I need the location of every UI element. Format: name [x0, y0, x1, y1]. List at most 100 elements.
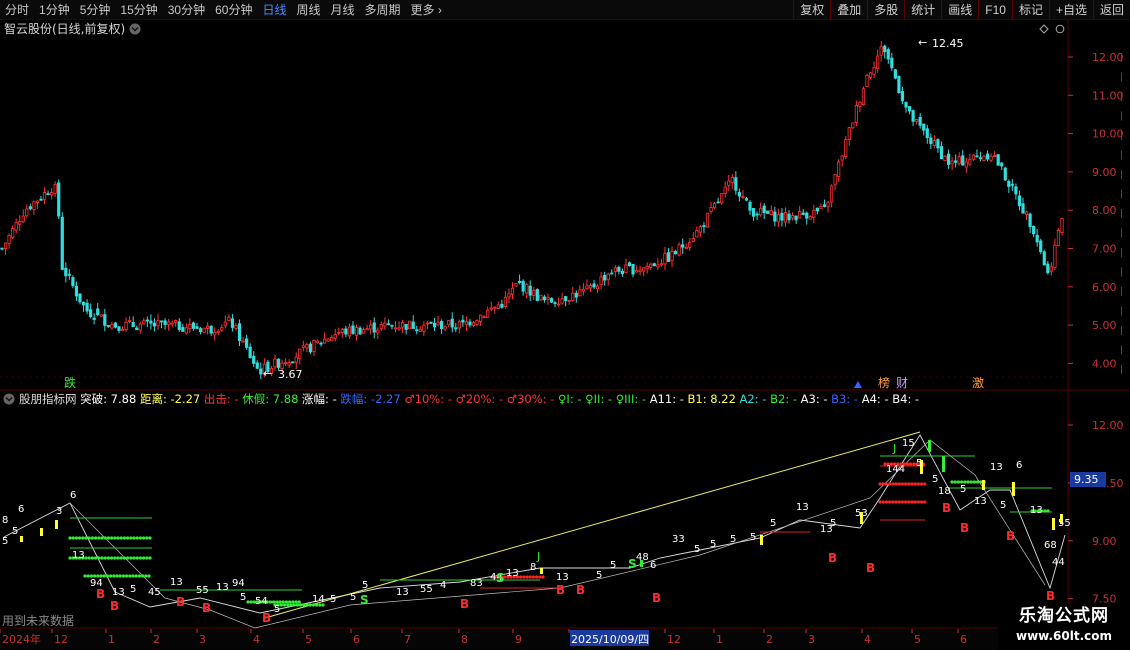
time-label: 3 — [808, 633, 815, 646]
candle — [386, 323, 391, 326]
main-axis-label: 5.00 — [1092, 319, 1117, 332]
period-tab-9[interactable]: 多周期 — [360, 0, 406, 20]
period-tab-10[interactable]: 更多 › — [406, 0, 447, 20]
wave-number: 5 — [350, 592, 356, 603]
wave-number: 15 — [902, 438, 915, 449]
period-tab-4[interactable]: 30分钟 — [163, 0, 210, 20]
band-dot — [119, 536, 123, 540]
candle — [957, 156, 961, 165]
candle — [404, 323, 408, 330]
band-dot — [519, 575, 523, 579]
svg-text:|: | — [1120, 307, 1123, 317]
candle — [113, 322, 118, 328]
band-dot — [535, 575, 539, 579]
candle — [617, 266, 621, 272]
band-dot — [881, 482, 885, 486]
band-dot — [288, 600, 292, 604]
toolbar-button-2[interactable]: 多股 — [867, 0, 904, 20]
period-tab-3[interactable]: 15分钟 — [115, 0, 162, 20]
candle — [620, 270, 625, 274]
candle — [294, 356, 298, 363]
band-dot — [116, 536, 120, 540]
band-dot — [134, 574, 138, 578]
wave-number: 4 — [440, 580, 446, 591]
candle — [564, 296, 568, 301]
band-dot — [144, 574, 148, 578]
band-dot — [87, 536, 91, 540]
title-dropdown-icon[interactable] — [129, 23, 141, 35]
toolbar-button-8[interactable]: 返回 — [1092, 0, 1130, 20]
period-tab-8[interactable]: 月线 — [326, 0, 360, 20]
diamond-icon[interactable] — [1039, 24, 1049, 34]
candle — [560, 298, 564, 304]
candle — [759, 207, 763, 216]
readout-label: 涨幅: — [302, 392, 329, 406]
band-dot — [894, 500, 898, 504]
candle — [92, 317, 96, 320]
candle — [737, 192, 741, 197]
toolbar-button-5[interactable]: F10 — [978, 0, 1012, 20]
band-dot — [87, 556, 91, 560]
event-marker-2[interactable]: 财 — [895, 375, 909, 390]
band-dot — [90, 556, 94, 560]
band-dot — [138, 556, 142, 560]
band-dot — [135, 556, 139, 560]
toolbar-button-4[interactable]: 画线 — [941, 0, 978, 20]
band-dot — [113, 556, 117, 560]
band-dot — [142, 556, 146, 560]
toolbar-button-0[interactable]: 复权 — [793, 0, 830, 20]
readout-label: ♀III: — [616, 392, 638, 406]
period-tab-6[interactable]: 日线 — [257, 0, 291, 20]
toolbar-button-3[interactable]: 统计 — [904, 0, 941, 20]
toolbar-button-1[interactable]: 叠加 — [830, 0, 867, 20]
candle — [401, 322, 405, 328]
readout-value: - — [495, 392, 506, 406]
band-dot — [884, 482, 889, 486]
time-label: 1 — [716, 633, 723, 646]
candle — [25, 208, 29, 217]
wave-number: 6 — [1016, 460, 1022, 471]
candle — [1028, 213, 1032, 228]
period-tab-5[interactable]: 60分钟 — [210, 0, 257, 20]
event-marker-3[interactable]: 激 — [971, 375, 985, 390]
event-marker-1[interactable]: 榜 — [877, 375, 891, 390]
candle — [663, 253, 667, 265]
candle — [996, 154, 1000, 166]
candle — [326, 338, 330, 342]
period-tab-2[interactable]: 5分钟 — [75, 0, 116, 20]
candle — [993, 155, 997, 158]
band-dot — [302, 603, 306, 607]
candle — [971, 154, 975, 160]
event-marker-0[interactable]: 跌 — [63, 375, 77, 390]
candle — [943, 155, 947, 161]
period-tab-1[interactable]: 1分钟 — [34, 0, 75, 20]
indicator-overlay: 5586 36139413 5 451355 13 945 54514 5 5513 55 4 834… — [2, 431, 1071, 629]
period-tab-7[interactable]: 周线 — [291, 0, 325, 20]
candle — [709, 207, 713, 212]
candle — [503, 296, 508, 307]
candle — [120, 328, 125, 331]
chart-area[interactable]: 智云股份(日线,前复权) ← 12.45 ← 3.67 跌 榜财 激 12.00 11… — [0, 20, 1130, 629]
toolbar-button-7[interactable]: +自选 — [1048, 0, 1093, 20]
period-tab-0[interactable]: 分时 — [0, 0, 34, 20]
candle — [159, 320, 164, 323]
candle — [1049, 266, 1053, 272]
svg-text:跌: 跌 — [64, 375, 76, 390]
candle — [174, 320, 178, 323]
candle — [780, 212, 784, 221]
band-dot — [246, 600, 250, 604]
readout-label: ♂10%: — [404, 392, 444, 406]
band-dot — [891, 500, 895, 504]
wave-number: 6 — [650, 560, 656, 571]
circle-icon[interactable] — [1055, 24, 1065, 34]
candle — [822, 204, 827, 207]
indicator-bar — [20, 536, 23, 542]
candle — [936, 139, 940, 149]
candle — [627, 262, 632, 267]
candle — [861, 88, 866, 105]
main-panel-title: 智云股份(日线,前复权) — [4, 21, 125, 36]
svg-text:|: | — [1120, 287, 1123, 297]
indicator-dropdown-icon[interactable] — [3, 393, 15, 405]
toolbar-button-6[interactable]: 标记 — [1011, 0, 1049, 20]
svg-text:|: | — [1120, 346, 1123, 356]
